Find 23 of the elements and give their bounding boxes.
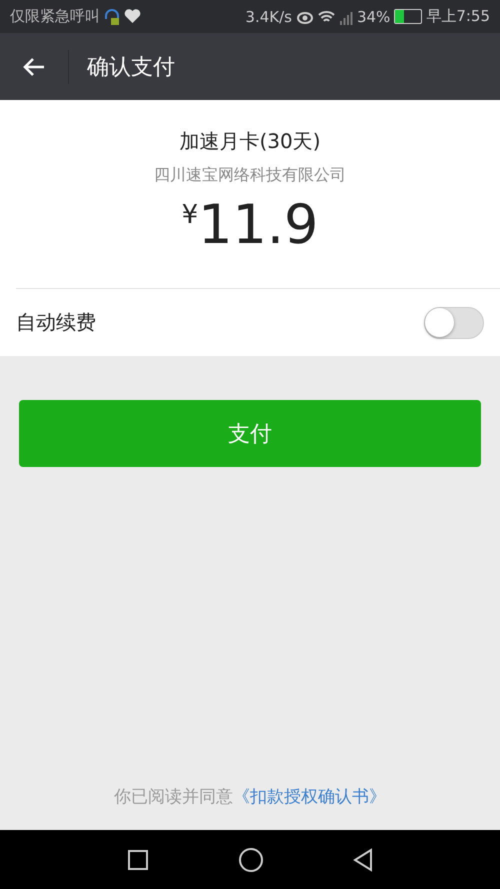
headset-icon <box>104 8 120 26</box>
carrier-text: 仅限紧急呼叫 <box>10 7 100 26</box>
battery-percent: 34% <box>356 8 390 26</box>
wifi-icon <box>318 10 335 24</box>
product-name: 加速月卡(30天) <box>179 128 321 155</box>
auto-renew-toggle[interactable] <box>424 306 484 338</box>
auto-renew-label: 自动续费 <box>16 309 97 336</box>
back-icon[interactable] <box>352 848 374 872</box>
pay-button[interactable]: 支付 <box>19 400 481 467</box>
agreement-text: 你已阅读并同意《扣款授权确认书》 <box>113 786 387 808</box>
back-arrow-icon[interactable] <box>22 56 46 76</box>
network-speed: 3.4K/s <box>245 8 292 26</box>
eye-icon <box>296 10 314 24</box>
price-amount: 11.9 <box>198 194 318 256</box>
home-icon[interactable] <box>238 846 264 872</box>
recent-apps-icon[interactable] <box>126 848 150 872</box>
clock: 早上7:55 <box>426 7 490 26</box>
currency-symbol: ¥ <box>182 200 198 230</box>
battery-icon <box>394 9 422 24</box>
merchant-name: 四川速宝网络科技有限公司 <box>154 165 346 186</box>
page-title: 确认支付 <box>87 54 175 82</box>
agreement-link[interactable]: 《扣款授权确认书》 <box>233 787 386 807</box>
heart-icon <box>124 9 141 24</box>
